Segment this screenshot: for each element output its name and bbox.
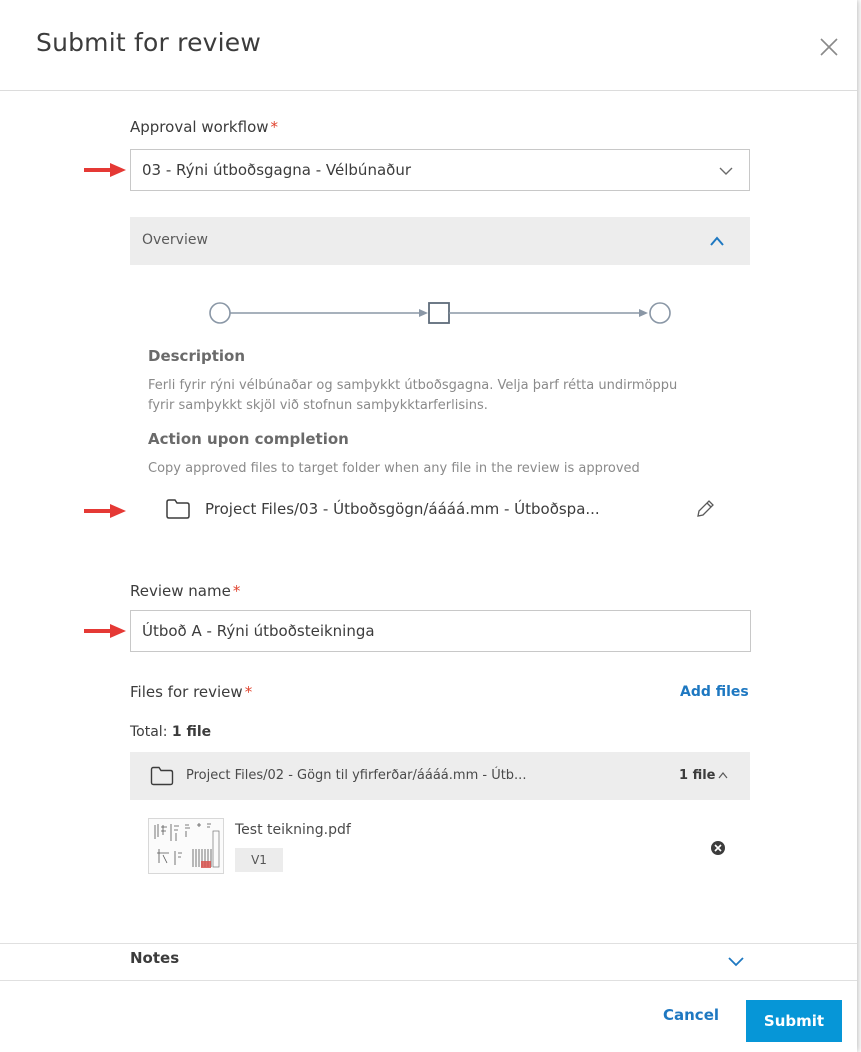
approval-workflow-select[interactable]: 03 - Rýni útboðsgagna - Vélbúnaður: [130, 149, 750, 191]
chevron-up-icon: [710, 236, 724, 246]
target-folder-path: Project Files/03 - Útboðsgögn/áááá.mm - …: [205, 500, 600, 518]
required-mark: *: [232, 582, 241, 600]
description-heading: Description: [148, 347, 246, 365]
file-group-path: Project Files/02 - Gögn til yfirferðar/á…: [186, 768, 527, 783]
approval-workflow-label-text: Approval workflow: [130, 118, 269, 136]
overview-label: Overview: [142, 232, 208, 248]
file-thumbnail: [148, 818, 224, 874]
files-for-review-label: Files for review *: [130, 683, 252, 701]
file-name[interactable]: Test teikning.pdf: [235, 822, 351, 838]
workflow-end-node: [649, 302, 671, 324]
dialog-header: Submit for review: [0, 0, 857, 91]
workflow-review-step: [428, 302, 450, 324]
approval-workflow-label: Approval workflow *: [130, 118, 278, 136]
notes-label: Notes: [130, 949, 180, 967]
total-prefix: Total:: [130, 724, 168, 740]
review-name-label-text: Review name: [130, 582, 231, 600]
chevron-down-icon: [719, 167, 733, 175]
add-files-link[interactable]: Add files: [680, 684, 749, 700]
review-name-label: Review name *: [130, 582, 240, 600]
submit-button[interactable]: Submit: [746, 1000, 842, 1042]
description-line: Ferli fyrir rýni vélbúnaðar og samþykkt …: [148, 378, 678, 393]
description-text: Ferli fyrir rýni vélbúnaðar og samþykkt …: [148, 376, 748, 416]
workflow-start-node: [209, 302, 231, 324]
required-mark: *: [244, 683, 253, 701]
total-value: 1 file: [171, 724, 212, 740]
workflow-diagram: [209, 302, 671, 324]
file-version-badge: V1: [235, 848, 283, 872]
cancel-button[interactable]: Cancel: [663, 1006, 719, 1024]
file-group-row[interactable]: Project Files/02 - Gögn til yfirferðar/á…: [130, 752, 750, 800]
required-mark: *: [270, 118, 279, 136]
total-files: Total: 1 file: [130, 724, 211, 740]
approval-workflow-value: 03 - Rýni útboðsgagna - Vélbúnaður: [142, 161, 411, 179]
close-icon[interactable]: [818, 36, 840, 58]
action-text: Copy approved files to target folder whe…: [148, 461, 640, 476]
chevron-down-icon: [728, 957, 744, 967]
folder-icon: [166, 499, 190, 519]
notes-toggle[interactable]: Notes: [0, 943, 857, 981]
annotation-arrow-icon: [84, 624, 126, 638]
annotation-arrow-icon: [84, 504, 126, 518]
chevron-up-icon: [718, 772, 728, 779]
description-line: fyrir samþykkt skjöl við stofnun samþykk…: [148, 398, 488, 413]
remove-file-icon[interactable]: [710, 840, 726, 856]
overview-toggle[interactable]: Overview: [130, 217, 750, 265]
target-folder-row: Project Files/03 - Útboðsgögn/áááá.mm - …: [165, 495, 725, 527]
submit-for-review-dialog: Submit for review Approval workflow * 03 …: [0, 0, 857, 1052]
review-name-input[interactable]: [130, 610, 751, 652]
dialog-title: Submit for review: [36, 28, 262, 57]
annotation-arrow-icon: [84, 163, 126, 177]
folder-icon: [150, 766, 174, 786]
pencil-icon[interactable]: [695, 499, 715, 519]
action-heading: Action upon completion: [148, 430, 349, 448]
file-group-count: 1 file: [679, 768, 716, 783]
files-for-review-label-text: Files for review: [130, 683, 243, 701]
